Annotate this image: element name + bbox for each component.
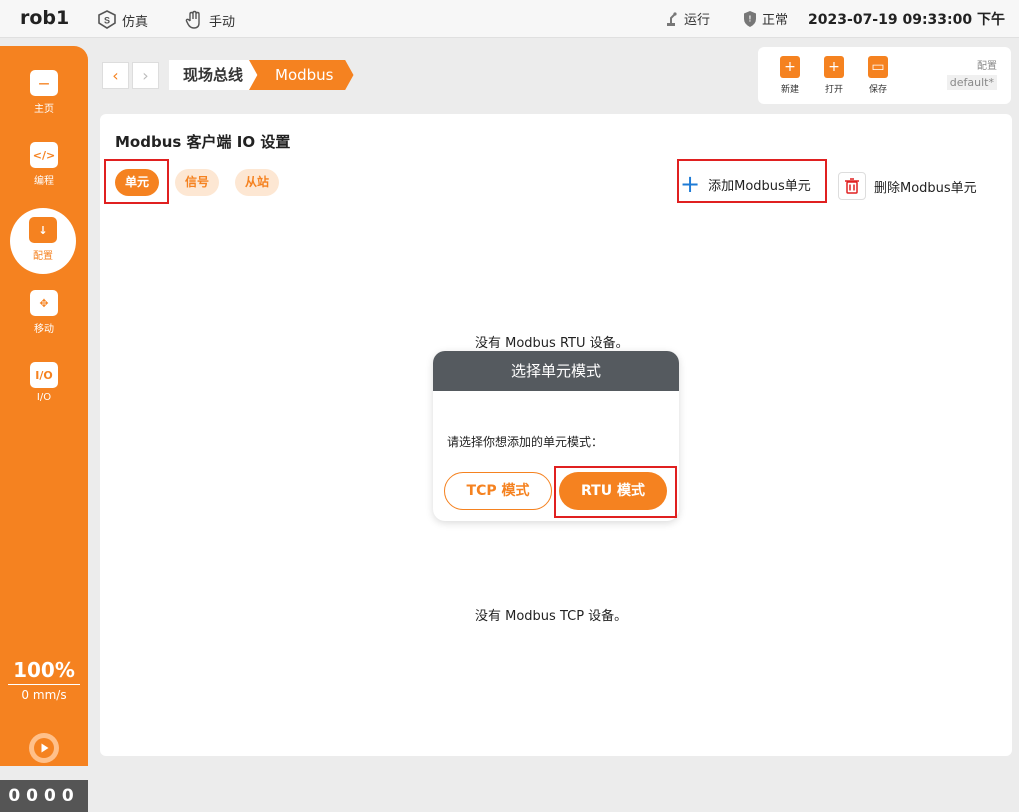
sidebar-item-label: 主页 [34,104,54,115]
manual-label: 手动 [209,14,236,30]
robot-name: rob1 [20,7,70,29]
breadcrumb-fieldbus[interactable]: 现场总线 [169,60,258,90]
top-bar: rob1 S 仿真 手动 运行 ! 正常 2023-07-19 09:33:00… [0,0,1019,38]
highlight-tab-unit [104,159,169,204]
sidebar-item-label: I/O [36,392,52,403]
speed-value-line: 0 mm/s [0,688,88,702]
open-folder-icon: + [824,56,844,78]
run-label: 运行 [684,13,711,28]
sidebar-item-config[interactable]: ↓ 配置 [10,208,76,274]
chevron-left-icon: ‹ [112,65,119,85]
speed-unit: mm/s [32,688,67,702]
io-icon: I/O [30,362,58,388]
chevron-right-icon: › [142,65,149,85]
sidebar-item-move[interactable]: ✥ 移动 [0,290,88,354]
sim-icon: S [98,10,116,29]
speed-value: 0 [21,688,30,702]
sidebar-item-label: 移动 [34,324,54,335]
svg-text:!: ! [749,14,752,23]
rtu-empty-message: 没有 Modbus RTU 设备。 [475,336,629,351]
robot-arm-icon [667,11,677,26]
dialog-title: 选择单元模式 [433,351,679,391]
shield-icon: ! [744,10,756,27]
delete-modbus-unit-button[interactable]: 删除Modbus单元 [838,172,977,200]
dialog-prompt: 请选择你想添加的单元模式： [447,435,604,449]
speed-display: 100% 0 mm/s [0,658,88,702]
tcp-empty-message: 没有 Modbus TCP 设备。 [475,609,628,624]
trash-icon [838,172,866,200]
speed-percent: 100% [8,658,80,685]
save-label: 保存 [868,85,887,95]
file-toolbar: + 新建 + 打开 ▭ 保存 配置 default* [758,47,1011,104]
tcp-mode-button[interactable]: TCP 模式 [444,472,552,510]
sidebar-item-io[interactable]: I/O I/O [0,362,88,426]
sidebar-item-label: 配置 [33,251,53,262]
forward-button[interactable]: › [132,61,159,89]
sidebar-item-label: 编程 [34,176,54,187]
save-button[interactable]: ▭ 保存 [863,56,893,95]
back-button[interactable]: ‹ [102,61,129,89]
tab-signal[interactable]: 信号 [175,169,220,196]
status-label: 正常 [762,13,789,28]
io-counter: 0000 [0,780,88,812]
config-icon: ↓ [29,217,57,243]
sim-mode[interactable]: S 仿真 [96,9,148,31]
run-status: 运行 [662,9,710,28]
sidebar-item-program[interactable]: </> 编程 [0,142,88,206]
highlight-rtu-button [554,466,677,518]
open-label: 打开 [824,85,843,95]
open-button[interactable]: + 打开 [819,56,849,95]
play-button[interactable] [29,733,59,763]
sidebar-item-home[interactable]: — 主页 [0,70,88,134]
config-label: 配置 [977,61,997,72]
breadcrumb: ‹ › 现场总线 Modbus [102,60,354,90]
breadcrumb-modbus[interactable]: Modbus [249,60,354,90]
save-icon: ▭ [868,56,888,78]
sidebar: — 主页 </> 编程 ↓ 配置 ✥ 移动 I/O I/O 100% 0 mm/… [0,46,88,812]
tab-slave[interactable]: 从站 [235,169,280,196]
code-icon: </> [30,142,58,168]
new-label: 新建 [780,85,799,95]
highlight-add-unit [677,159,827,203]
sim-label: 仿真 [122,14,149,30]
delete-unit-label: 删除Modbus单元 [874,180,977,196]
new-file-icon: + [780,56,800,78]
new-button[interactable]: + 新建 [775,56,805,95]
config-value[interactable]: default* [946,75,997,90]
svg-text:S: S [104,16,110,26]
home-icon: — [30,70,58,96]
manual-mode[interactable]: 手动 [183,9,235,31]
move-icon: ✥ [30,290,58,316]
page-title: Modbus 客户端 IO 设置 [115,133,291,151]
hand-icon [185,10,200,29]
system-status: ! 正常 [742,9,788,28]
play-icon [34,738,54,758]
datetime: 2023-07-19 09:33:00 下午 [808,12,1005,28]
